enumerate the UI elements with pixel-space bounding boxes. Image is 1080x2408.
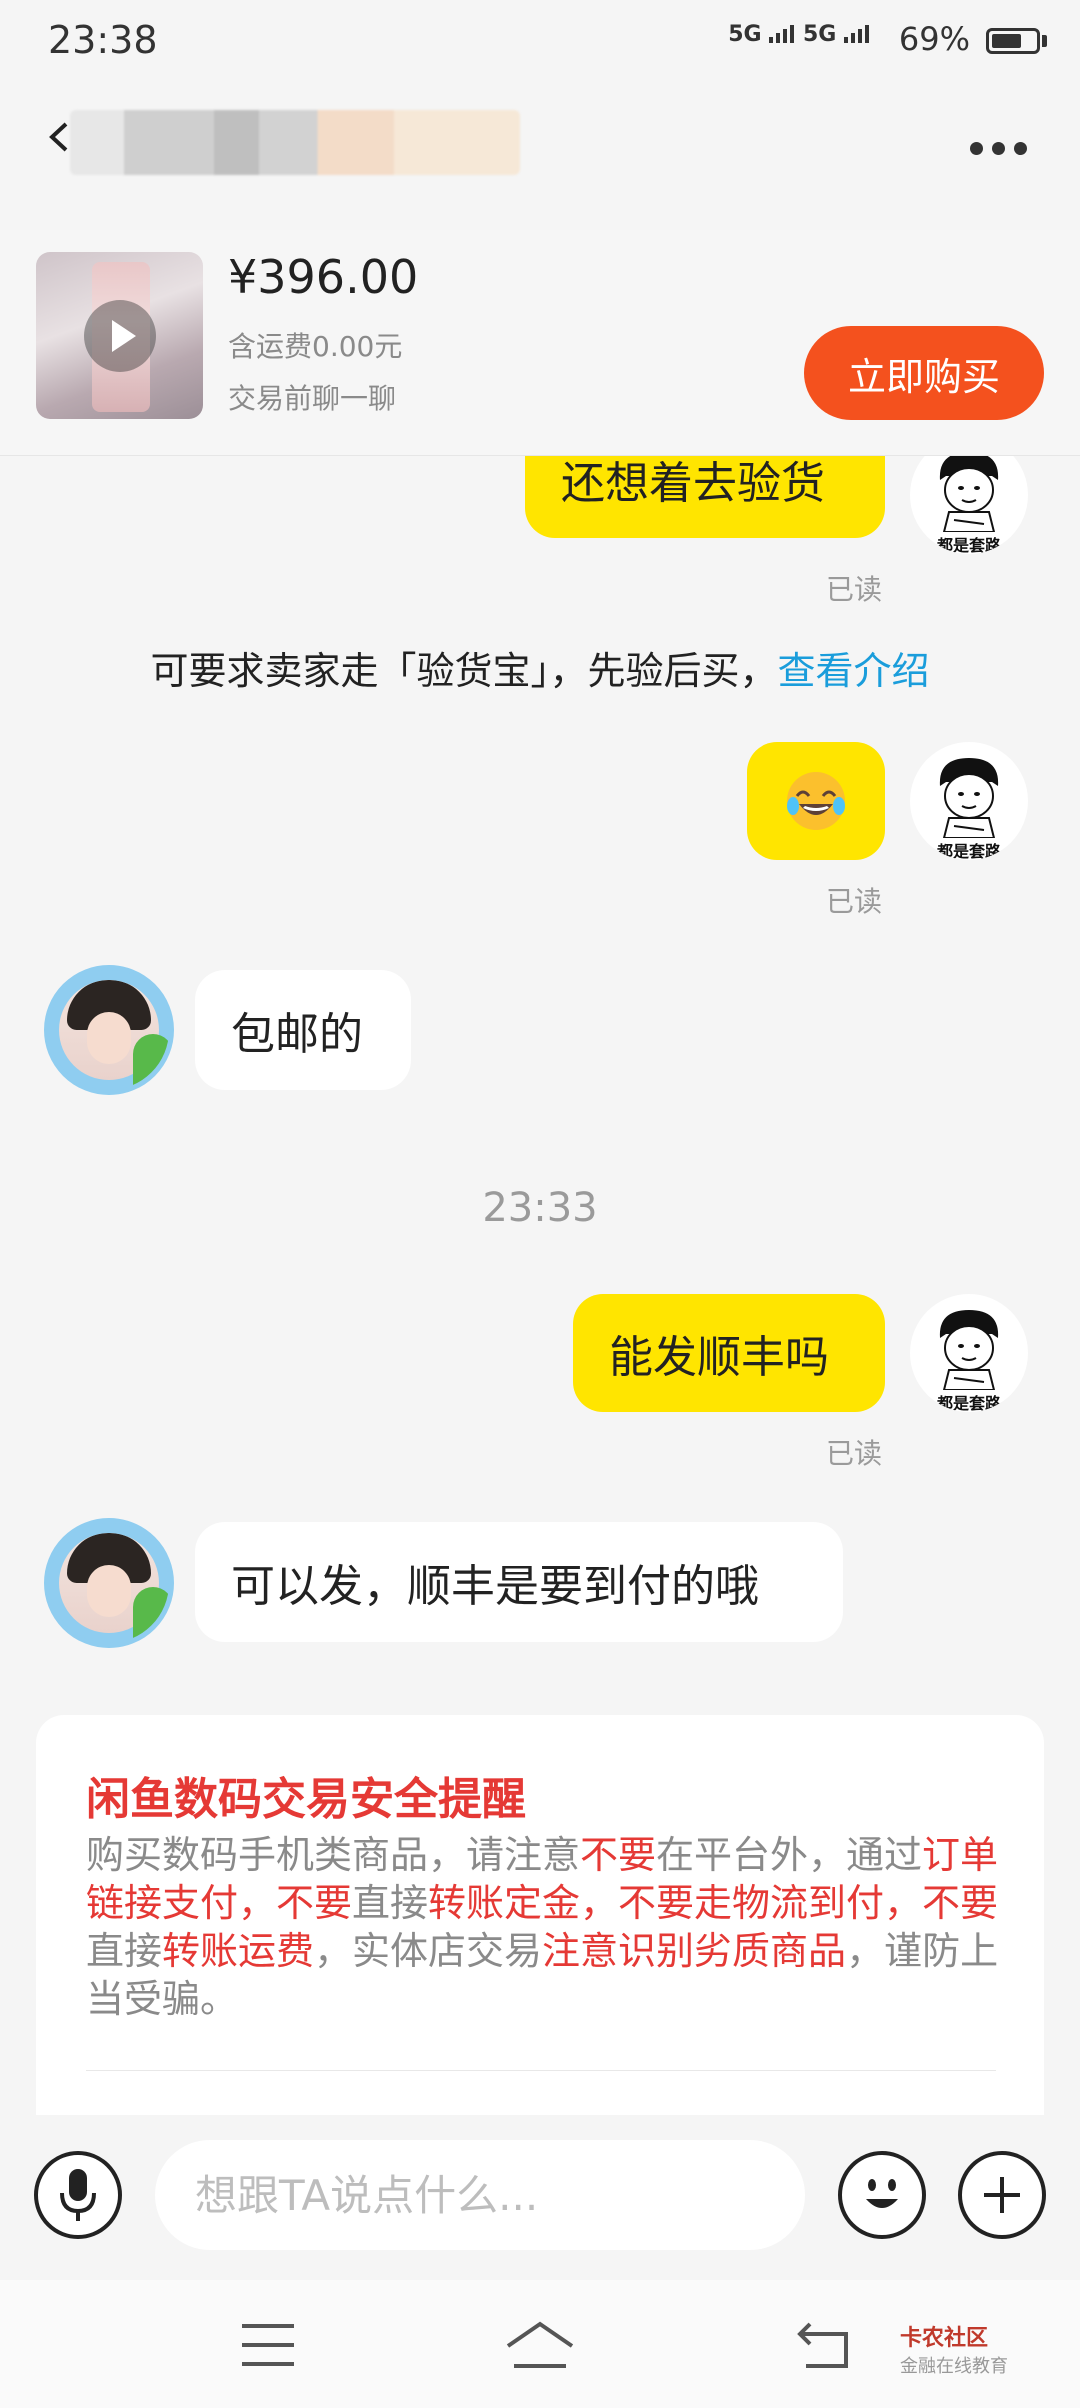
buy-now-button[interactable]: 立即购买	[804, 326, 1044, 420]
safety-warning: 不要	[580, 1833, 657, 1877]
avatar-caption: 都是套路	[936, 536, 1001, 554]
safety-title: 闲鱼数码交易安全提醒	[86, 1774, 526, 1825]
avatar-me[interactable]: 都是套路	[910, 742, 1028, 860]
avatar-seller[interactable]	[44, 1518, 174, 1648]
safety-text: 购买数码手机类商品，请注意	[86, 1833, 581, 1877]
battery-cap	[1042, 35, 1047, 47]
message-bubble-me[interactable]	[747, 742, 885, 860]
safety-text: ，实体店交易	[314, 1929, 543, 1973]
status-time: 23:38	[48, 18, 158, 62]
tip-text: 可要求卖家走「验货宝」，先验后买，	[150, 649, 778, 693]
message-timestamp: 23:33	[482, 1185, 598, 1231]
message-bubble-seller[interactable]: 可以发，顺丰是要到付的哦	[195, 1522, 843, 1642]
view-intro-link[interactable]: 查看介绍	[778, 649, 930, 693]
menu-icon[interactable]	[240, 2322, 296, 2368]
scroll-clip: 还想着去验货 都是套路	[0, 456, 1080, 556]
microphone-icon	[60, 2169, 96, 2221]
input-bar	[0, 2115, 1080, 2280]
avatar-frame-decoration	[133, 1587, 169, 1643]
battery-percent: 69%	[898, 20, 970, 58]
signal-label-2: 5G	[802, 22, 837, 47]
avatar-seller[interactable]	[44, 965, 174, 1095]
avatar-caption: 都是套路	[936, 1394, 1001, 1412]
play-icon[interactable]	[84, 300, 156, 372]
inspection-tip: 可要求卖家走「验货宝」，先验后买，查看介绍	[0, 640, 1080, 695]
meme-face-icon	[939, 456, 999, 532]
safety-reminder-card: 闲鱼数码交易安全提醒 购买数码手机类商品，请注意不要在平台外，通过订单链接支付，…	[36, 1715, 1044, 2115]
battery-icon	[986, 28, 1040, 54]
safety-warning: 转账定金，不要走物流到付，不要	[428, 1881, 999, 1925]
more-options-icon[interactable]	[970, 140, 1040, 155]
safety-warning: 转账运费	[162, 1929, 315, 1973]
read-receipt: 已读	[826, 885, 883, 918]
read-receipt: 已读	[826, 1437, 883, 1470]
battery-fill	[992, 34, 1021, 48]
avatar-me[interactable]: 都是套路	[910, 1294, 1028, 1412]
chat-before-trade-note: 交易前聊一聊	[228, 382, 397, 415]
avatar-me[interactable]: 都是套路	[910, 456, 1028, 554]
meme-face-icon	[939, 758, 999, 838]
safety-body: 购买数码手机类商品，请注意不要在平台外，通过订单链接支付，不要直接转账定金，不要…	[86, 1831, 1006, 2023]
back-icon[interactable]	[796, 2320, 852, 2370]
system-nav-bar: 卡农社区 金融在线教育	[0, 2280, 1080, 2408]
signal-icon: 5G 5G	[728, 22, 870, 47]
safety-text: 在平台外，通过	[656, 1833, 923, 1877]
home-icon[interactable]	[504, 2320, 576, 2370]
voice-button[interactable]	[34, 2151, 122, 2239]
smiley-icon	[866, 2179, 898, 2208]
plus-icon	[984, 2177, 1020, 2213]
product-price: ¥396.00	[228, 250, 419, 304]
status-bar: 23:38 5G 5G 69%	[0, 0, 1080, 80]
emoji-button[interactable]	[838, 2151, 926, 2239]
signal-label-1: 5G	[728, 22, 762, 47]
safety-text: 直接	[352, 1881, 429, 1925]
blurred-contact-name	[70, 110, 520, 175]
watermark-logo: 卡农社区 金融在线教育	[900, 2326, 1008, 2377]
message-bubble-seller[interactable]: 包邮的	[195, 970, 411, 1090]
message-bubble-me[interactable]: 能发顺丰吗	[573, 1294, 885, 1412]
more-actions-button[interactable]	[958, 2151, 1046, 2239]
product-bar: ¥396.00 含运费0.00元 交易前聊一聊 立即购买	[0, 230, 1080, 456]
meme-face-icon	[939, 1310, 999, 1390]
avatar-frame-decoration	[133, 1034, 169, 1090]
safety-warning: 注意识别劣质商品	[542, 1929, 847, 1973]
message-input[interactable]	[155, 2140, 805, 2250]
shipping-fee: 含运费0.00元	[228, 330, 403, 363]
tears-of-joy-emoji-icon	[787, 772, 845, 830]
message-bubble-me[interactable]: 还想着去验货	[525, 456, 885, 538]
avatar-caption: 都是套路	[936, 842, 1001, 860]
divider	[86, 2070, 996, 2071]
safety-text: 直接	[86, 1929, 163, 1973]
read-receipt: 已读	[826, 573, 883, 606]
product-thumbnail[interactable]	[36, 252, 203, 419]
